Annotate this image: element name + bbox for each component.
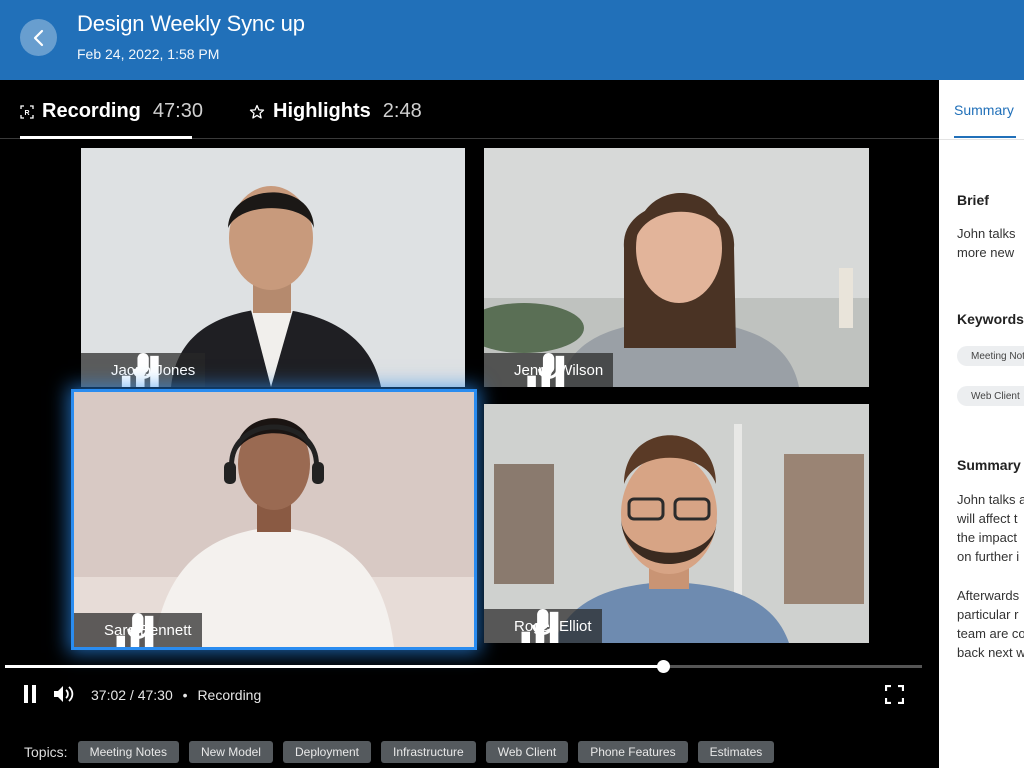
- keyword-chip[interactable]: Web Client: [957, 386, 1024, 406]
- topic-chip[interactable]: Estimates: [697, 741, 775, 763]
- svg-text:R: R: [24, 110, 29, 117]
- participant-nameplate: Sara Bennett: [74, 613, 202, 647]
- topic-chip[interactable]: Meeting Notes: [77, 741, 179, 763]
- fullscreen-icon: [884, 684, 905, 705]
- keywords-heading: Keywords: [957, 311, 1024, 327]
- active-panel-tab-indicator: [954, 136, 1016, 138]
- meeting-title: Design Weekly Sync up: [77, 11, 305, 36]
- participant-tile[interactable]: Jacob Jones: [81, 148, 465, 387]
- playback-timecode: 37:02 / 47:30: [91, 687, 173, 703]
- topics-bar: Topics: Meeting Notes New Model Deployme…: [24, 740, 784, 764]
- meeting-date: Feb 24, 2022, 1:58 PM: [77, 46, 220, 62]
- fullscreen-button[interactable]: [884, 684, 905, 709]
- summary-text-line: John talks a: [957, 492, 1024, 507]
- recording-icon: R: [20, 104, 34, 119]
- tab-highlights-duration: 2:48: [382, 100, 422, 122]
- tab-highlights[interactable]: Highlights 2:48: [249, 100, 422, 123]
- topic-chip[interactable]: Deployment: [282, 741, 372, 763]
- active-tab-indicator: [20, 136, 192, 139]
- summary-text-line: Afterwards: [957, 588, 1020, 603]
- participant-tile[interactable]: Roger Elliot: [484, 404, 869, 643]
- panel-divider: [939, 139, 1024, 140]
- back-button[interactable]: [20, 19, 57, 56]
- view-tabs: R Recording 47:30 Highlights 2:48: [0, 80, 939, 139]
- playback-mode: Recording: [197, 687, 262, 703]
- topic-chip[interactable]: Phone Features: [578, 741, 688, 763]
- participant-video: [81, 148, 465, 387]
- playback-progress-bar[interactable]: [5, 660, 922, 673]
- tab-highlights-label: Highlights: [273, 100, 371, 122]
- participant-nameplate: Jacob Jones: [81, 353, 206, 387]
- playback-status: 37:02 / 47:30 • Recording: [91, 687, 261, 703]
- topic-chip[interactable]: Web Client: [485, 741, 569, 763]
- side-panel: Summary Brief John talks more new Keywor…: [939, 80, 1024, 768]
- tab-summary[interactable]: Summary: [954, 102, 1014, 118]
- brief-text-line: more new: [957, 245, 1015, 260]
- summary-heading: Summary: [957, 457, 1021, 473]
- brief-text-line: John talks: [957, 226, 1016, 241]
- brief-heading: Brief: [957, 192, 989, 208]
- participant-nameplate: Roger Elliot: [484, 609, 602, 643]
- star-icon: [249, 104, 265, 119]
- pause-icon: [24, 685, 36, 703]
- topic-chip[interactable]: Infrastructure: [381, 741, 476, 763]
- summary-text-line: the impact: [957, 530, 1017, 545]
- summary-text-line: back next w: [957, 645, 1024, 660]
- summary-text-line: team are co: [957, 626, 1024, 641]
- volume-button[interactable]: [52, 684, 76, 709]
- summary-text-line: on further i: [957, 549, 1020, 564]
- participant-video: [484, 148, 869, 387]
- participant-video: [74, 392, 474, 647]
- status-separator: •: [182, 687, 188, 703]
- topics-label: Topics:: [24, 744, 68, 760]
- progress-handle[interactable]: [657, 660, 671, 673]
- tab-recording[interactable]: R Recording 47:30: [20, 100, 203, 123]
- participant-tile[interactable]: Jenny Wilson: [484, 148, 869, 387]
- progress-fill: [5, 665, 664, 668]
- participant-nameplate: Jenny Wilson: [484, 353, 614, 387]
- volume-icon: [54, 686, 74, 702]
- keyword-chip[interactable]: Meeting Not: [957, 346, 1024, 366]
- tab-recording-label: Recording: [42, 100, 141, 122]
- summary-text-line: will affect t: [957, 511, 1018, 526]
- topic-chip[interactable]: New Model: [188, 741, 273, 763]
- pause-button[interactable]: [22, 684, 38, 709]
- recording-stage: R Recording 47:30 Highlights 2:48 Jacob …: [0, 80, 939, 768]
- player-controls: 37:02 / 47:30 • Recording: [0, 678, 939, 712]
- participant-tile-active[interactable]: Sara Bennett: [74, 392, 474, 647]
- participant-video: [484, 404, 869, 643]
- chevron-left-icon: [33, 29, 43, 46]
- top-bar: Design Weekly Sync up Feb 24, 2022, 1:58…: [0, 0, 1024, 80]
- tab-recording-duration: 47:30: [152, 100, 203, 122]
- summary-text-line: particular r: [957, 607, 1019, 622]
